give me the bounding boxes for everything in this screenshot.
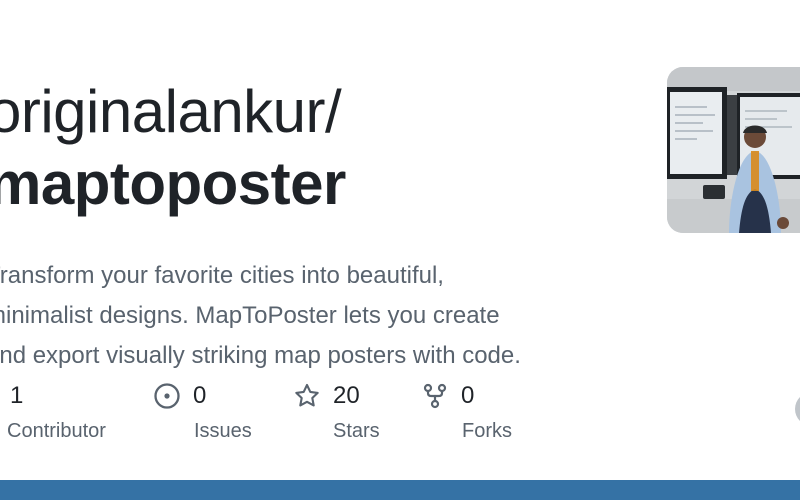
description-line: and export visually striking map posters… — [0, 342, 521, 369]
forks-label: Forks — [462, 420, 512, 442]
contributors-label: Contributor — [7, 420, 106, 442]
overflow-avatar — [795, 392, 800, 426]
stars-label: Stars — [333, 420, 380, 442]
stars-count: 20 — [333, 382, 360, 409]
star-icon — [293, 382, 321, 410]
contributors-count: 1 — [10, 382, 24, 409]
forks-count: 0 — [461, 382, 475, 409]
description-line: Transform your favorite cities into beau… — [0, 262, 444, 289]
repo-description: Transform your favorite cities into beau… — [0, 256, 616, 376]
repo-social-card: originalankur/ maptoposter Transform you… — [0, 0, 800, 500]
stat-stars: 20 Stars — [293, 378, 380, 443]
repo-owner: originalankur/ — [0, 78, 342, 145]
repo-title: originalankur/ maptoposter — [0, 76, 346, 220]
issues-label: Issues — [194, 420, 252, 442]
issues-count: 0 — [193, 382, 207, 409]
stat-contributors: 1 Contributor — [0, 378, 106, 443]
description-line: minimalist designs. MapToPoster lets you… — [0, 302, 500, 329]
language-bar — [0, 480, 800, 500]
repo-forked-icon — [421, 382, 449, 410]
repo-name: maptoposter — [0, 150, 346, 217]
stat-forks: 0 Forks — [421, 378, 512, 443]
issue-opened-icon — [153, 382, 181, 410]
owner-avatar — [667, 67, 800, 233]
stat-issues: 0 Issues — [153, 378, 252, 443]
